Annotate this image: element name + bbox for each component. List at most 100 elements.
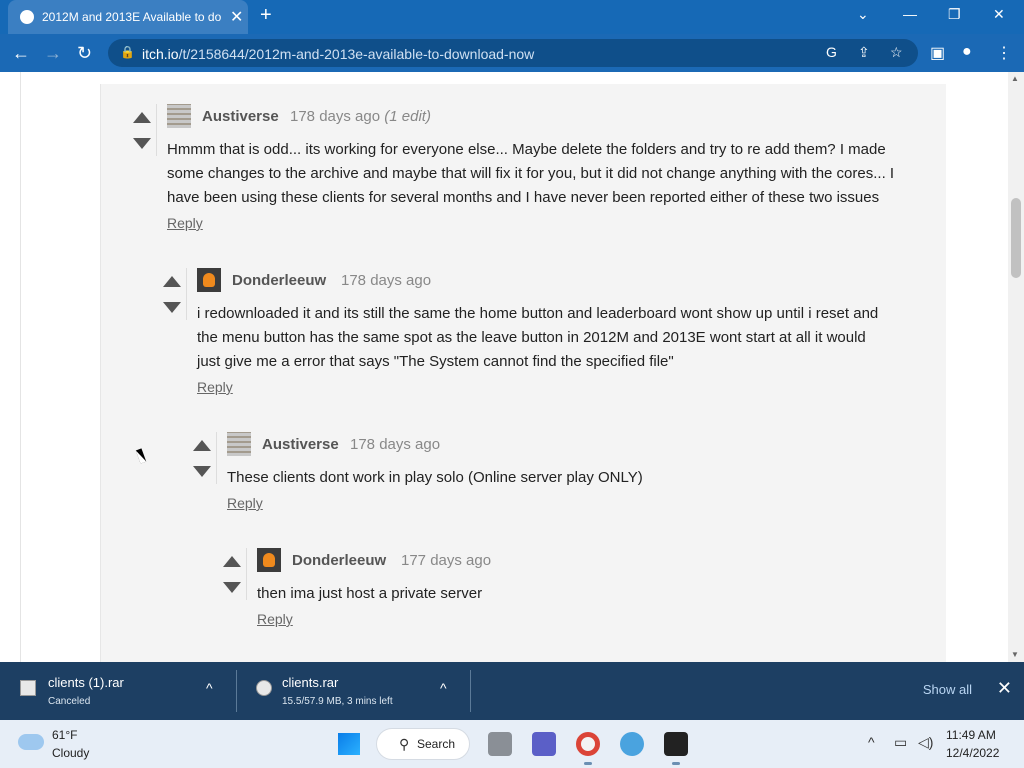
weather-temperature[interactable]: 61°F: [52, 728, 77, 742]
taskbar: 61°F Cloudy ⚲ Search ^ ▭ ◁) 11:49 AM 12/…: [0, 720, 1024, 768]
menu-kebab-icon[interactable]: ⋮: [996, 43, 1012, 63]
network-icon[interactable]: ▭: [894, 734, 907, 751]
chevron-up-icon[interactable]: ^: [206, 680, 213, 696]
minimize-button[interactable]: —: [903, 6, 917, 22]
comment-body: Hmmm that is odd... its working for ever…: [167, 141, 895, 206]
bookmark-star-icon[interactable]: ☆: [890, 44, 903, 61]
tab-search-icon[interactable]: ⌄: [857, 6, 869, 23]
comment-body: i redownloaded it and its still the same…: [197, 305, 879, 370]
chrome-icon[interactable]: [576, 732, 600, 756]
comment-body: then ima just host a private server: [257, 585, 483, 602]
google-icon[interactable]: G: [826, 44, 837, 60]
vote-controls: [187, 432, 217, 484]
close-icon[interactable]: ✕: [997, 678, 1012, 699]
share-icon[interactable]: ⇪: [858, 44, 870, 61]
comment-author[interactable]: Donderleeuw: [232, 272, 326, 289]
avatar[interactable]: [227, 432, 251, 456]
download-status: Canceled: [48, 696, 91, 707]
back-button[interactable]: ←: [12, 43, 30, 64]
volume-icon[interactable]: ◁): [918, 734, 933, 751]
comment-time[interactable]: 178 days ago (1 edit): [290, 108, 431, 125]
search-icon: ⚲: [399, 736, 410, 752]
downvote-icon[interactable]: [223, 582, 241, 593]
downvote-icon[interactable]: [193, 466, 211, 477]
address-bar[interactable]: 🔒 itch.io/t/2158644/2012m-and-2013e-avai…: [108, 39, 918, 67]
tab-close-icon[interactable]: ✕: [230, 7, 243, 27]
comment: Austiverse 178 days ago These clients do…: [187, 432, 927, 522]
download-name: clients (1).rar: [48, 675, 124, 690]
url-text[interactable]: itch.io/t/2158644/2012m-and-2013e-availa…: [142, 46, 534, 62]
comment: Austiverse 178 days ago (1 edit) Hmmm th…: [127, 104, 927, 244]
scroll-down-icon[interactable]: ▼: [1011, 650, 1019, 659]
avatar[interactable]: [197, 268, 221, 292]
reply-link[interactable]: Reply: [197, 379, 233, 395]
comment-time[interactable]: 178 days ago: [350, 436, 440, 453]
upvote-icon[interactable]: [223, 556, 241, 567]
file-explorer-icon[interactable]: [488, 732, 512, 756]
comment-author[interactable]: Donderleeuw: [292, 552, 386, 569]
page-scrollbar[interactable]: ▲ ▼: [1008, 72, 1024, 662]
active-indicator: [584, 762, 592, 765]
windows-start-icon[interactable]: [338, 733, 360, 755]
comment-thread: Austiverse 178 days ago (1 edit) Hmmm th…: [100, 84, 946, 662]
reply-link[interactable]: Reply: [167, 215, 203, 231]
comment: Donderleeuw 177 days ago then ima just h…: [217, 548, 927, 638]
avatar[interactable]: [167, 104, 191, 128]
downvote-icon[interactable]: [133, 138, 151, 149]
divider: [20, 72, 21, 662]
chevron-up-icon[interactable]: ^: [868, 734, 875, 750]
tab-strip: 2012M and 2013E Available to do ✕ + ⌄ — …: [0, 0, 1024, 34]
comment-author[interactable]: Austiverse: [262, 436, 339, 453]
clock-date[interactable]: 12/4/2022: [946, 746, 999, 760]
vote-controls: [127, 104, 157, 156]
globe-app-icon[interactable]: [620, 732, 644, 756]
side-panel-icon[interactable]: ▣: [930, 43, 945, 63]
upvote-icon[interactable]: [133, 112, 151, 123]
clock-time[interactable]: 11:49 AM: [946, 728, 996, 742]
7zip-icon[interactable]: [664, 732, 688, 756]
comment-body: These clients dont work in play solo (On…: [227, 469, 643, 486]
cloud-icon[interactable]: [18, 734, 44, 750]
teams-icon[interactable]: [532, 732, 556, 756]
browser-tab[interactable]: 2012M and 2013E Available to do ✕: [8, 0, 248, 34]
reply-link[interactable]: Reply: [227, 495, 263, 511]
weather-description[interactable]: Cloudy: [52, 746, 89, 760]
taskbar-search[interactable]: ⚲ Search: [376, 728, 470, 760]
show-all-button[interactable]: Show all: [923, 682, 972, 697]
scroll-thumb[interactable]: [1011, 198, 1021, 278]
page-content: Austiverse 178 days ago (1 edit) Hmmm th…: [0, 72, 1008, 662]
comment-author[interactable]: Austiverse: [202, 108, 279, 125]
download-item[interactable]: clients (1).rar Canceled ^: [0, 662, 236, 720]
comment-time[interactable]: 178 days ago: [341, 272, 431, 289]
comment: Donderleeuw 178 days ago i redownloaded …: [157, 268, 927, 408]
avatar[interactable]: [257, 548, 281, 572]
download-bar: clients (1).rar Canceled ^ clients.rar 1…: [0, 662, 1024, 720]
forward-button[interactable]: →: [44, 43, 62, 64]
restore-button[interactable]: ❐: [948, 6, 961, 23]
lock-icon[interactable]: 🔒: [120, 45, 135, 59]
downvote-icon[interactable]: [163, 302, 181, 313]
new-tab-button[interactable]: +: [260, 4, 272, 27]
profile-icon[interactable]: ●: [962, 43, 972, 61]
rar-file-icon: [256, 680, 272, 696]
download-status: 15.5/57.9 MB, 3 mins left: [282, 696, 393, 707]
download-name: clients.rar: [282, 675, 339, 690]
divider: [470, 670, 471, 712]
chevron-up-icon[interactable]: ^: [440, 680, 447, 696]
upvote-icon[interactable]: [163, 276, 181, 287]
vote-controls: [217, 548, 247, 600]
comment-time[interactable]: 177 days ago: [401, 552, 491, 569]
vote-controls: [157, 268, 187, 320]
search-label: Search: [417, 737, 456, 751]
itch-favicon-icon: [20, 10, 34, 24]
upvote-icon[interactable]: [193, 440, 211, 451]
tab-title: 2012M and 2013E Available to do: [42, 10, 222, 24]
download-item[interactable]: clients.rar 15.5/57.9 MB, 3 mins left ^: [236, 662, 470, 720]
scroll-up-icon[interactable]: ▲: [1011, 74, 1019, 83]
active-indicator: [672, 762, 680, 765]
reply-link[interactable]: Reply: [257, 611, 293, 627]
reload-button[interactable]: ↻: [77, 43, 92, 64]
toolbar: ← → ↻ 🔒 itch.io/t/2158644/2012m-and-2013…: [0, 34, 1024, 72]
close-window-button[interactable]: ✕: [993, 6, 1005, 23]
rar-file-icon: [20, 680, 36, 696]
